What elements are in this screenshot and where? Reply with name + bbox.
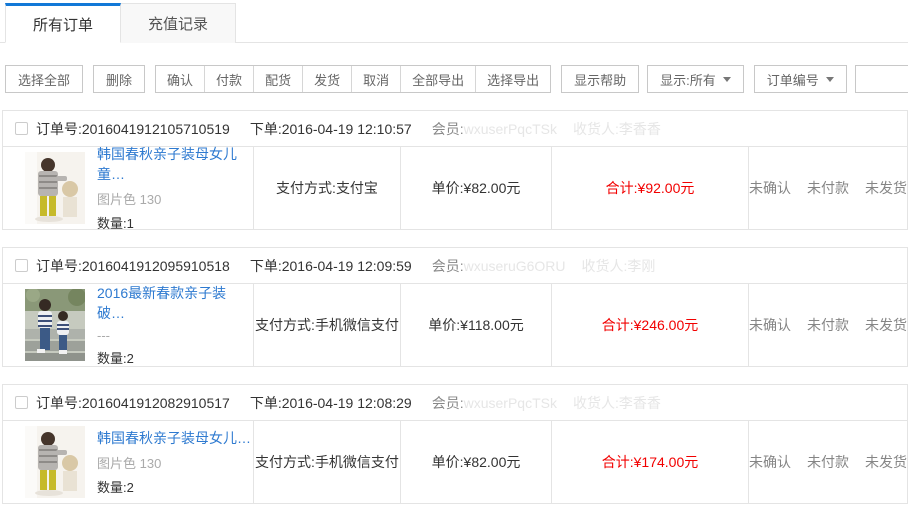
order-number: 订单号:2016041912095910518 xyxy=(36,256,230,276)
status-cell: 未确认 未付款 未发货 xyxy=(748,421,907,503)
order-header: 订单号:2016041912082910517 下单:2016-04-19 12… xyxy=(3,385,907,421)
total-cell: 合计:¥174.00元 xyxy=(551,421,748,503)
status-unshipped: 未发货 xyxy=(865,315,907,335)
confirm-button[interactable]: 确认 xyxy=(156,66,204,92)
payment-cell: 支付方式:支付宝 xyxy=(253,147,400,229)
caret-down-icon xyxy=(826,77,834,82)
order-time: 下单:2016-04-19 12:09:59 xyxy=(250,256,412,276)
tab-bar: 所有订单 充值记录 xyxy=(0,3,908,43)
caret-down-icon xyxy=(723,77,731,82)
status-unpaid: 未付款 xyxy=(807,452,849,472)
order-member: 会员:wxuserPqcTSk收货人:李香香 xyxy=(432,119,661,139)
product-cell: 2016最新春款亲子装破… --- 数量:2 xyxy=(3,284,253,366)
status-unshipped: 未发货 xyxy=(865,178,907,198)
ship-button[interactable]: 发货 xyxy=(302,66,351,92)
filter-dropdown-label: 显示:所有 xyxy=(660,70,716,89)
search-input[interactable] xyxy=(855,65,908,93)
product-cell: 韩国春秋亲子装母女儿… 图片色 130 数量:2 xyxy=(3,421,253,503)
order-time: 下单:2016-04-19 12:10:57 xyxy=(250,119,412,139)
total-cell: 合计:¥246.00元 xyxy=(551,284,748,366)
search-type-label: 订单编号 xyxy=(767,70,819,89)
export-all-button[interactable]: 全部导出 xyxy=(400,66,475,92)
order-checkbox[interactable] xyxy=(15,396,28,409)
pay-button[interactable]: 付款 xyxy=(204,66,253,92)
delete-button[interactable]: 删除 xyxy=(93,65,145,93)
tab-all-orders[interactable]: 所有订单 xyxy=(5,3,121,43)
status-unconfirmed: 未确认 xyxy=(749,452,791,472)
order-checkbox[interactable] xyxy=(15,122,28,135)
order-block: 订单号:2016041912082910517 下单:2016-04-19 12… xyxy=(2,384,908,504)
status-unconfirmed: 未确认 xyxy=(749,178,791,198)
order-block: 订单号:2016041912105710519 下单:2016-04-19 12… xyxy=(2,110,908,230)
payment-cell: 支付方式:手机微信支付 xyxy=(253,421,400,503)
order-checkbox[interactable] xyxy=(15,259,28,272)
status-unpaid: 未付款 xyxy=(807,178,849,198)
filter-dropdown[interactable]: 显示:所有 xyxy=(647,65,744,93)
status-unpaid: 未付款 xyxy=(807,315,849,335)
status-cell: 未确认 未付款 未发货 xyxy=(748,284,907,366)
order-row: 韩国春秋亲子装母女儿… 图片色 130 数量:2 支付方式:手机微信支付 单价:… xyxy=(3,421,907,503)
product-thumbnail xyxy=(25,289,85,361)
select-all-button[interactable]: 选择全部 xyxy=(5,65,83,93)
product-quantity: 数量:1 xyxy=(97,213,253,232)
export-selected-button[interactable]: 选择导出 xyxy=(475,66,550,92)
unit-price-cell: 单价:¥82.00元 xyxy=(400,147,551,229)
order-header: 订单号:2016041912105710519 下单:2016-04-19 12… xyxy=(3,111,907,147)
status-unconfirmed: 未确认 xyxy=(749,315,791,335)
order-header: 订单号:2016041912095910518 下单:2016-04-19 12… xyxy=(3,248,907,284)
tab-recharge-records[interactable]: 充值记录 xyxy=(121,3,236,43)
order-number: 订单号:2016041912105710519 xyxy=(36,119,230,139)
order-row: 2016最新春款亲子装破… --- 数量:2 支付方式:手机微信支付 单价:¥1… xyxy=(3,284,907,366)
product-variant: --- xyxy=(97,328,253,343)
show-help-button[interactable]: 显示帮助 xyxy=(561,65,639,93)
allocate-button[interactable]: 配货 xyxy=(253,66,302,92)
product-info: 韩国春秋亲子装母女儿… 图片色 130 数量:2 xyxy=(97,428,251,496)
product-info: 2016最新春款亲子装破… --- 数量:2 xyxy=(97,283,253,367)
toolbar: 选择全部 删除 确认 付款 配货 发货 取消 全部导出 选择导出 显示帮助 显示… xyxy=(5,65,908,93)
product-cell: 韩国春秋亲子装母女儿童… 图片色 130 数量:1 xyxy=(3,147,253,229)
toolbar-right: 显示:所有 订单编号 xyxy=(639,65,908,93)
order-block: 订单号:2016041912095910518 下单:2016-04-19 12… xyxy=(2,247,908,367)
order-number: 订单号:2016041912082910517 xyxy=(36,393,230,413)
product-name-link[interactable]: 2016最新春款亲子装破… xyxy=(97,283,253,323)
unit-price-cell: 单价:¥118.00元 xyxy=(400,284,551,366)
payment-cell: 支付方式:手机微信支付 xyxy=(253,284,400,366)
product-quantity: 数量:2 xyxy=(97,477,251,496)
product-variant: 图片色 130 xyxy=(97,453,251,472)
action-button-group: 确认 付款 配货 发货 取消 全部导出 选择导出 xyxy=(155,65,551,93)
order-member: 会员:wxuseruG6ORU收货人:李刚 xyxy=(432,256,656,276)
status-unshipped: 未发货 xyxy=(865,452,907,472)
product-name-link[interactable]: 韩国春秋亲子装母女儿… xyxy=(97,428,251,448)
product-variant: 图片色 130 xyxy=(97,189,253,208)
total-cell: 合计:¥92.00元 xyxy=(551,147,748,229)
order-time: 下单:2016-04-19 12:08:29 xyxy=(250,393,412,413)
product-name-link[interactable]: 韩国春秋亲子装母女儿童… xyxy=(97,144,253,184)
order-member: 会员:wxuserPqcTSk收货人:李香香 xyxy=(432,393,661,413)
order-row: 韩国春秋亲子装母女儿童… 图片色 130 数量:1 支付方式:支付宝 单价:¥8… xyxy=(3,147,907,229)
unit-price-cell: 单价:¥82.00元 xyxy=(400,421,551,503)
product-info: 韩国春秋亲子装母女儿童… 图片色 130 数量:1 xyxy=(97,144,253,232)
product-thumbnail xyxy=(25,426,85,498)
product-thumbnail xyxy=(25,152,85,224)
search-type-dropdown[interactable]: 订单编号 xyxy=(754,65,847,93)
cancel-button[interactable]: 取消 xyxy=(351,66,400,92)
status-cell: 未确认 未付款 未发货 xyxy=(748,147,907,229)
product-quantity: 数量:2 xyxy=(97,348,253,367)
